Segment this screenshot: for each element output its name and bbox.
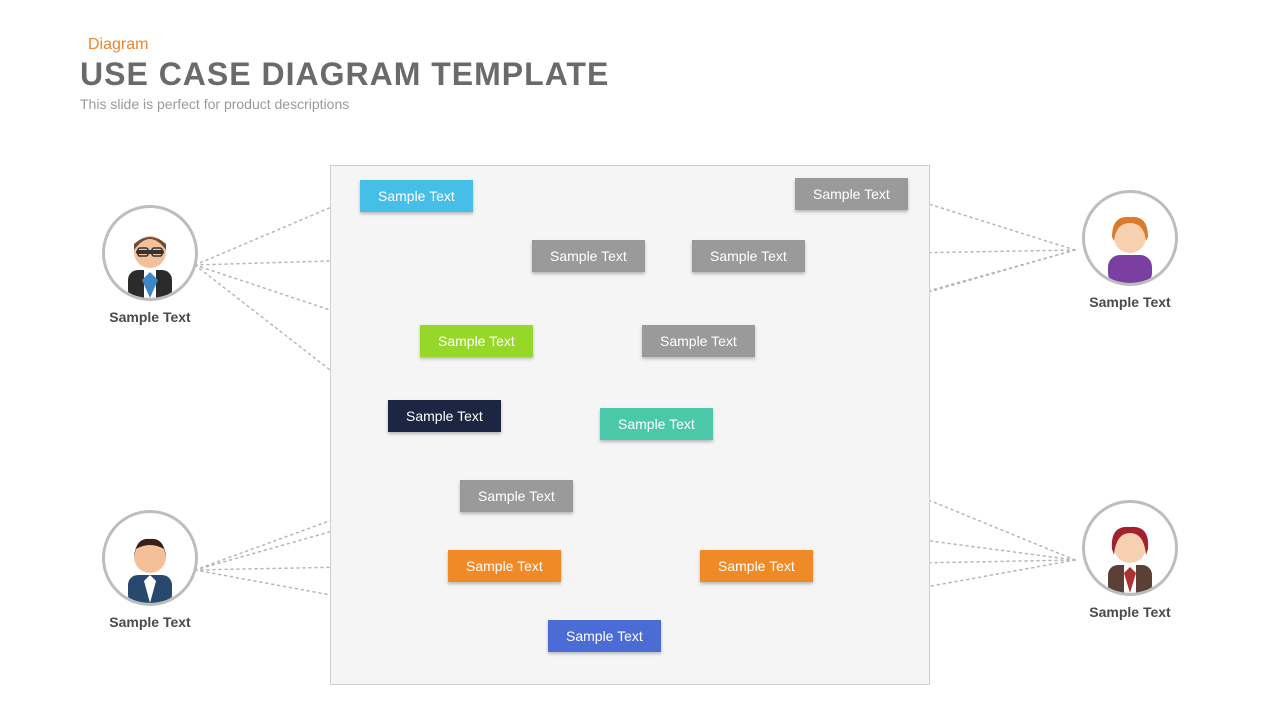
person-icon: [1090, 513, 1170, 593]
usecase-box: Sample Text: [460, 480, 573, 512]
usecase-box: Sample Text: [420, 325, 533, 357]
usecase-box: Sample Text: [360, 180, 473, 212]
usecase-box: Sample Text: [388, 400, 501, 432]
person-icon: [110, 523, 190, 603]
avatar: [102, 205, 198, 301]
usecase-box: Sample Text: [548, 620, 661, 652]
usecase-box: Sample Text: [600, 408, 713, 440]
usecase-box: Sample Text: [700, 550, 813, 582]
actor-top-right: Sample Text: [1070, 190, 1190, 310]
actor-bottom-right: Sample Text: [1070, 500, 1190, 620]
usecase-box: Sample Text: [642, 325, 755, 357]
person-icon: [1090, 203, 1170, 283]
usecase-box: Sample Text: [795, 178, 908, 210]
usecase-box: Sample Text: [532, 240, 645, 272]
actor-label: Sample Text: [1070, 294, 1190, 310]
actor-label: Sample Text: [90, 614, 210, 630]
page-title: USE CASE DIAGRAM TEMPLATE: [80, 56, 609, 93]
avatar: [1082, 500, 1178, 596]
actor-label: Sample Text: [90, 309, 210, 325]
actor-bottom-left: Sample Text: [90, 510, 210, 630]
page-subtitle: This slide is perfect for product descri…: [80, 96, 349, 112]
avatar: [1082, 190, 1178, 286]
usecase-box: Sample Text: [692, 240, 805, 272]
usecase-box: Sample Text: [448, 550, 561, 582]
person-icon: [110, 218, 190, 298]
avatar: [102, 510, 198, 606]
eyebrow-label: Diagram: [88, 36, 148, 54]
actor-label: Sample Text: [1070, 604, 1190, 620]
actor-top-left: Sample Text: [90, 205, 210, 325]
